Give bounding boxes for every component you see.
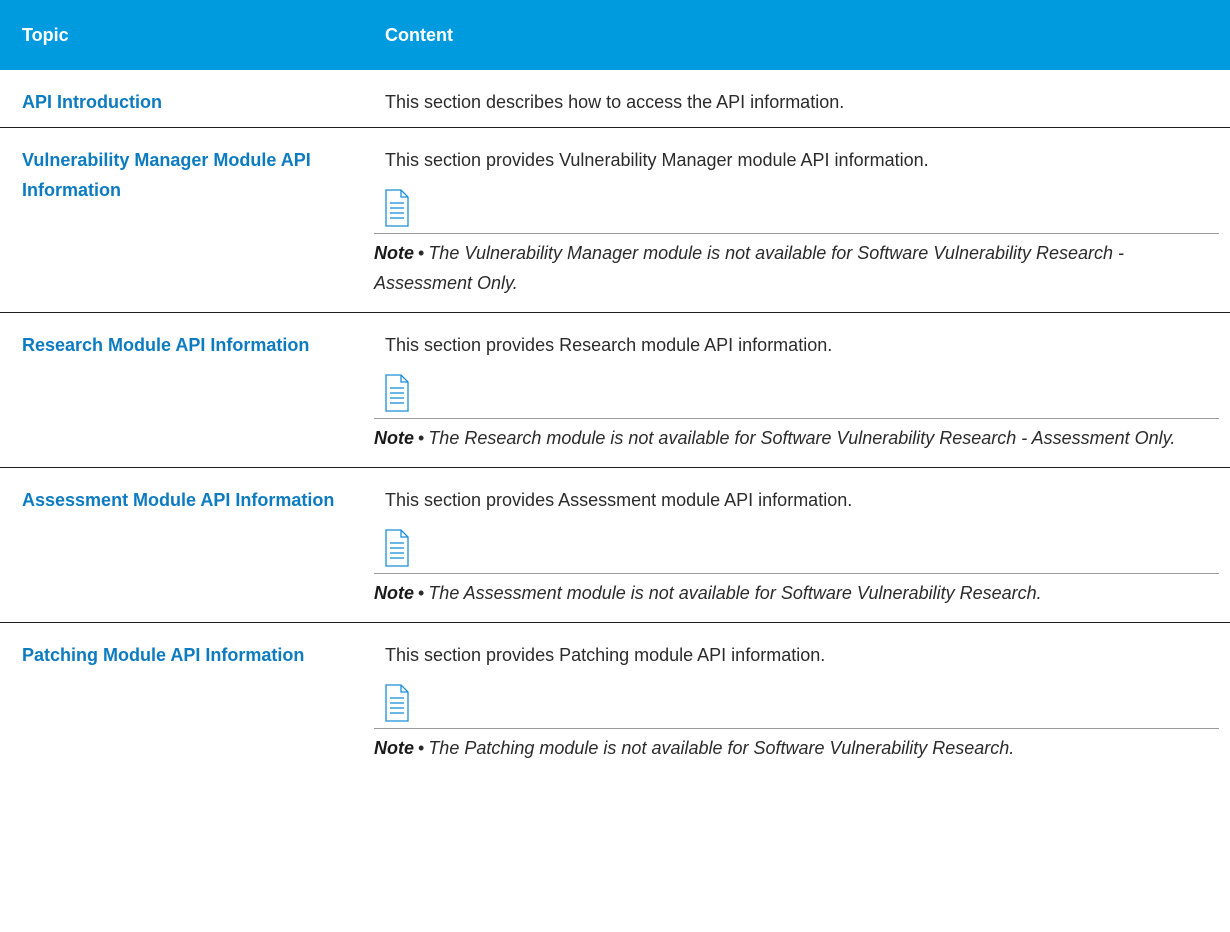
note-bullet: •: [418, 583, 425, 603]
row-description: This section provides Research module AP…: [385, 335, 833, 355]
note-bullet: •: [418, 738, 425, 758]
topic-link-patching-module[interactable]: Patching Module API Information: [22, 645, 304, 665]
note-icon-container: [385, 684, 1230, 728]
note-text: The Assessment module is not available f…: [428, 583, 1042, 603]
note-text: The Patching module is not available for…: [428, 738, 1015, 758]
content-cell: This section describes how to access the…: [374, 70, 1230, 128]
content-cell: This section provides Vulnerability Mana…: [374, 127, 1230, 313]
note-paragraph: Note • The Patching module is not availabl…: [374, 733, 1230, 763]
content-column-header: Content: [374, 0, 1230, 70]
content-cell: This section provides Patching module AP…: [374, 623, 1230, 778]
document-note-icon: [385, 684, 409, 722]
document-note-icon: [385, 529, 409, 567]
document-note-icon: [385, 374, 409, 412]
note-text: The Research module is not available for…: [428, 428, 1176, 448]
note-divider: [374, 233, 1219, 234]
topic-link-vulnerability-manager[interactable]: Vulnerability Manager Module API Informa…: [22, 150, 311, 200]
topic-column-header: Topic: [0, 0, 374, 70]
note-divider: [374, 728, 1219, 729]
topic-link-assessment-module[interactable]: Assessment Module API Information: [22, 490, 334, 510]
topic-link-research-module[interactable]: Research Module API Information: [22, 335, 309, 355]
table-row: Assessment Module API Information This s…: [0, 467, 1230, 623]
table-header-row: Topic Content: [0, 0, 1230, 70]
note-label: Note: [374, 583, 414, 603]
note-bullet: •: [418, 243, 425, 263]
content-cell: This section provides Assessment module …: [374, 467, 1230, 623]
topic-cell: API Introduction: [0, 70, 374, 128]
note-paragraph: Note • The Research module is not availabl…: [374, 423, 1230, 453]
document-note-icon: [385, 189, 409, 227]
row-description: This section provides Vulnerability Mana…: [385, 150, 929, 170]
row-description: This section provides Patching module AP…: [385, 645, 826, 665]
topic-cell: Vulnerability Manager Module API Informa…: [0, 127, 374, 313]
topic-cell: Assessment Module API Information: [0, 467, 374, 623]
note-divider: [374, 573, 1219, 574]
note-icon-container: [385, 374, 1230, 418]
topic-cell: Patching Module API Information: [0, 623, 374, 778]
note-divider: [374, 418, 1219, 419]
note-icon-container: [385, 529, 1230, 573]
table-row: Vulnerability Manager Module API Informa…: [0, 127, 1230, 313]
row-description: This section describes how to access the…: [385, 92, 845, 112]
topic-cell: Research Module API Information: [0, 312, 374, 468]
note-label: Note: [374, 738, 414, 758]
topics-table: Topic Content API Introduction This sect…: [0, 0, 1230, 777]
content-cell: This section provides Research module AP…: [374, 312, 1230, 468]
note-paragraph: Note • The Assessment module is not availa…: [374, 578, 1230, 608]
note-label: Note: [374, 243, 414, 263]
note-text: The Vulnerability Manager module is not …: [374, 243, 1125, 293]
table-row: Patching Module API Information This sec…: [0, 623, 1230, 778]
note-label: Note: [374, 428, 414, 448]
topic-link-api-introduction[interactable]: API Introduction: [22, 92, 162, 112]
table-row: Research Module API Information This sec…: [0, 312, 1230, 468]
row-description: This section provides Assessment module …: [385, 490, 853, 510]
table-row: API Introduction This section describes …: [0, 70, 1230, 128]
note-bullet: •: [418, 428, 425, 448]
note-icon-container: [385, 189, 1230, 233]
note-paragraph: Note • The Vulnerability Manager module is…: [374, 238, 1230, 298]
